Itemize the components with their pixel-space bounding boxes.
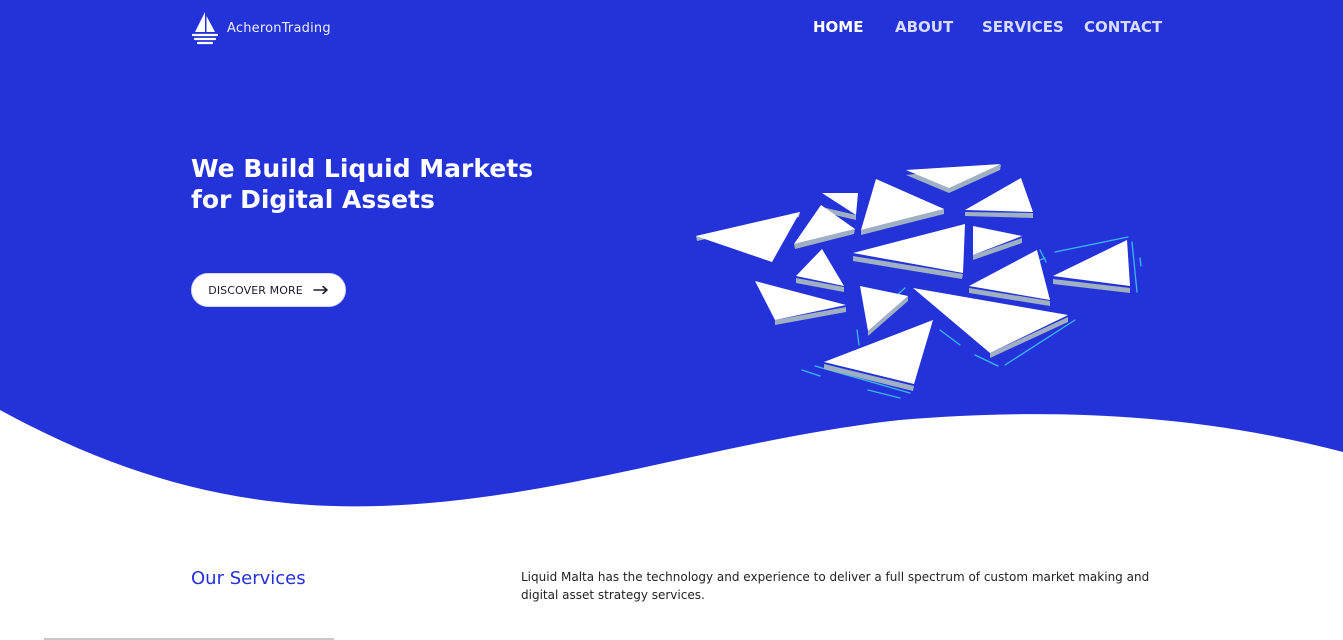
nav-item-home[interactable]: HOME: [813, 18, 863, 36]
nav-item-services[interactable]: SERVICES: [982, 18, 1064, 36]
sailboat-icon: [191, 12, 219, 45]
discover-more-label: DISCOVER MORE: [208, 283, 303, 297]
hero-title-line-1: We Build Liquid Markets: [191, 154, 534, 183]
discover-more-button[interactable]: DISCOVER MORE: [191, 273, 346, 307]
nav-item-about[interactable]: ABOUT: [895, 18, 953, 36]
shattered-triangles-illustration: [696, 164, 1142, 399]
hero-title-line-2: for Digital Assets: [191, 185, 435, 214]
hero-title: We Build Liquid Markets for Digital Asse…: [191, 153, 611, 215]
brand-logo[interactable]: AcheronTrading: [191, 10, 331, 46]
services-description: Liquid Malta has the technology and expe…: [521, 570, 1150, 602]
brand-name: AcheronTrading: [227, 20, 331, 36]
arrow-right-icon: [313, 285, 328, 295]
services-title: Our Services: [191, 568, 306, 589]
nav-item-contact[interactable]: CONTACT: [1084, 18, 1162, 36]
